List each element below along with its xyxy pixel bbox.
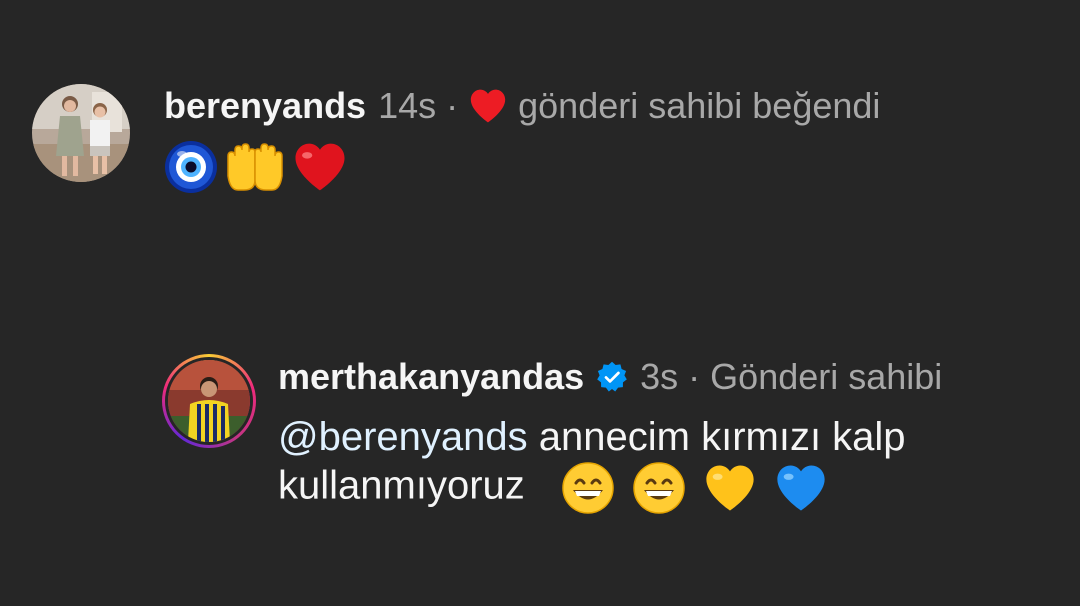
comment-text-line1: annecim kırmızı kalp (527, 415, 906, 459)
comment-meta: berenyands 14s · gönderi sahibi beğendi (164, 86, 880, 126)
yellow-heart-icon (706, 465, 754, 511)
liked-by-author-text: gönderi sahibi beğendi (518, 85, 881, 126)
blue-heart-icon (777, 465, 826, 511)
separator-dot: · (446, 85, 459, 126)
comment-text (164, 140, 880, 194)
username[interactable]: berenyands (164, 86, 366, 126)
comment-text: @berenyands annecim kırmızı kalp kullanm… (278, 413, 1038, 515)
comment-text-line2: kullanmıyoruz (278, 463, 525, 508)
avatar-photo (32, 84, 130, 182)
comments-screen: berenyands 14s · gönderi sahibi beğendi (0, 0, 1080, 606)
comment-merthakanyandas: merthakanyandas 3s · Gönderi sahibi @ber… (162, 352, 1038, 515)
author-badge: Gönderi sahibi (710, 356, 943, 397)
comment-body: merthakanyandas 3s · Gönderi sahibi @ber… (278, 357, 1038, 515)
raising-hands-icon (227, 143, 283, 191)
red-heart-icon (295, 143, 345, 191)
avatar-story-ring[interactable] (162, 354, 256, 448)
comment-meta: merthakanyandas 3s · Gönderi sahibi (278, 357, 1038, 397)
avatar-photo (168, 360, 250, 442)
username[interactable]: merthakanyandas (278, 357, 584, 397)
grinning-face-icon (562, 462, 614, 514)
verified-badge-icon (597, 361, 627, 392)
separator-dot: · (688, 356, 701, 397)
heart-icon (470, 89, 506, 123)
avatar (165, 357, 253, 445)
comment-berenyands: berenyands 14s · gönderi sahibi beğendi (32, 84, 880, 194)
nazar-amulet-icon (165, 141, 217, 193)
comment-body: berenyands 14s · gönderi sahibi beğendi (164, 86, 880, 194)
grinning-face-icon (633, 462, 685, 514)
mention-link[interactable]: @berenyands (278, 415, 528, 459)
timestamp: 3s (640, 356, 679, 397)
avatar[interactable] (32, 84, 130, 182)
timestamp: 14s (378, 85, 437, 126)
